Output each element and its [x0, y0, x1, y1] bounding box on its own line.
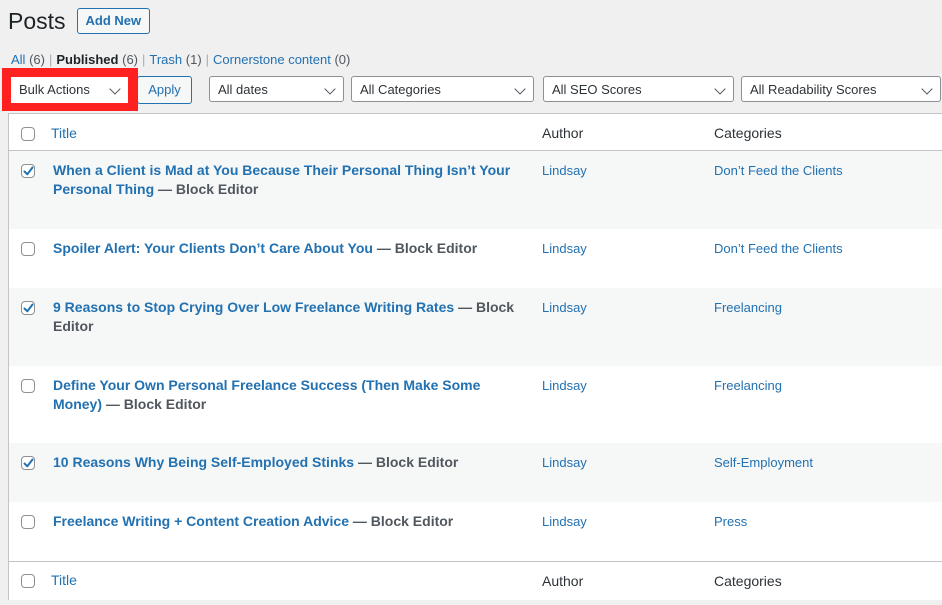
chevron-down-icon [514, 83, 526, 95]
page-header: Posts Add New [8, 6, 151, 36]
post-state: — Block Editor [376, 240, 478, 256]
table-footer: Title Author Categories [9, 561, 942, 600]
post-title-cell: 9 Reasons to Stop Crying Over Low Freela… [53, 298, 523, 336]
post-title-cell: Define Your Own Personal Freelance Succe… [53, 376, 523, 414]
post-author-link[interactable]: Lindsay [542, 239, 587, 258]
checkmark-icon [23, 458, 34, 468]
table-row: 9 Reasons to Stop Crying Over Low Freela… [9, 288, 942, 366]
post-author-link[interactable]: Lindsay [542, 453, 587, 472]
column-title-sort-footer[interactable]: Title [51, 572, 77, 588]
post-category-link[interactable]: Don’t Feed the Clients [714, 161, 843, 180]
table-header: Title Author Categories [9, 114, 942, 151]
filter-categories-select[interactable]: All Categories [351, 76, 534, 102]
row-checkbox[interactable] [21, 242, 35, 256]
checkmark-icon [23, 166, 34, 176]
post-author-link[interactable]: Lindsay [542, 376, 587, 395]
post-state: — Block Editor [352, 513, 454, 529]
post-category-link[interactable]: Don’t Feed the Clients [714, 239, 843, 258]
row-checkbox[interactable] [21, 379, 35, 393]
filter-readability-select[interactable]: All Readability Scores [741, 76, 941, 102]
post-title-link[interactable]: When a Client is Mad at You Because Thei… [53, 162, 510, 197]
post-title-link[interactable]: Freelance Writing + Content Creation Adv… [53, 513, 349, 529]
table-row: 10 Reasons Why Being Self-Employed Stink… [9, 443, 942, 502]
filter-dates-select[interactable]: All dates [209, 76, 344, 102]
post-author-link[interactable]: Lindsay [542, 161, 587, 180]
add-new-button[interactable]: Add New [76, 8, 151, 34]
post-title-cell: 10 Reasons Why Being Self-Employed Stink… [53, 453, 523, 472]
column-title-sort[interactable]: Title [51, 125, 77, 141]
view-filters: All (6) | Published (6) | Trash (1) | Cornerst… [11, 52, 351, 67]
view-cornerstone[interactable]: Cornerstone content (0) [213, 52, 350, 67]
post-title-link[interactable]: 10 Reasons Why Being Self-Employed Stink… [53, 454, 354, 470]
row-checkbox[interactable] [21, 515, 35, 529]
tablenav-top: Bulk Actions Apply All dates All Categor… [0, 68, 942, 111]
table-row: Define Your Own Personal Freelance Succe… [9, 366, 942, 443]
column-author-footer: Author [542, 573, 584, 589]
row-checkbox[interactable] [21, 301, 35, 315]
table-row: Spoiler Alert: Your Clients Don’t Care A… [9, 229, 942, 288]
post-category-link[interactable]: Freelancing [714, 298, 782, 317]
view-trash[interactable]: Trash (1) [149, 52, 201, 67]
apply-button[interactable]: Apply [137, 76, 192, 104]
post-state: — Block Editor [158, 181, 259, 197]
chevron-down-icon [109, 83, 121, 95]
table-row: Freelance Writing + Content Creation Adv… [9, 502, 942, 561]
column-categories-footer: Categories [714, 573, 782, 589]
post-author-link[interactable]: Lindsay [542, 512, 587, 531]
row-checkbox[interactable] [21, 164, 35, 178]
select-all-checkbox[interactable] [21, 127, 35, 141]
table-row: When a Client is Mad at You Because Thei… [9, 151, 942, 229]
column-author: Author [542, 125, 584, 141]
post-state: — Block Editor [105, 396, 207, 412]
post-category-link[interactable]: Freelancing [714, 376, 782, 395]
post-title-cell: When a Client is Mad at You Because Thei… [53, 161, 523, 199]
post-title-cell: Freelance Writing + Content Creation Adv… [53, 512, 523, 531]
post-title-link[interactable]: Spoiler Alert: Your Clients Don’t Care A… [53, 240, 373, 256]
select-all-checkbox-footer[interactable] [21, 574, 35, 588]
post-title-link[interactable]: 9 Reasons to Stop Crying Over Low Freela… [53, 299, 454, 315]
post-author-link[interactable]: Lindsay [542, 298, 587, 317]
post-category-link[interactable]: Self-Employment [714, 453, 813, 472]
chevron-down-icon [714, 83, 726, 95]
chevron-down-icon [324, 83, 336, 95]
row-checkbox[interactable] [21, 456, 35, 470]
post-state: — Block Editor [357, 454, 459, 470]
filter-seo-select[interactable]: All SEO Scores [543, 76, 734, 102]
column-categories: Categories [714, 125, 782, 141]
checkmark-icon [23, 303, 34, 313]
page-title: Posts [8, 8, 66, 34]
post-category-link[interactable]: Press [714, 512, 747, 531]
view-published[interactable]: Published (6) [56, 52, 138, 67]
bulk-actions-select[interactable]: Bulk Actions [11, 77, 128, 103]
chevron-down-icon [921, 83, 933, 95]
view-all[interactable]: All (6) [11, 52, 45, 67]
posts-table: Title Author Categories When a Client is… [8, 113, 942, 600]
post-title-cell: Spoiler Alert: Your Clients Don’t Care A… [53, 239, 523, 258]
